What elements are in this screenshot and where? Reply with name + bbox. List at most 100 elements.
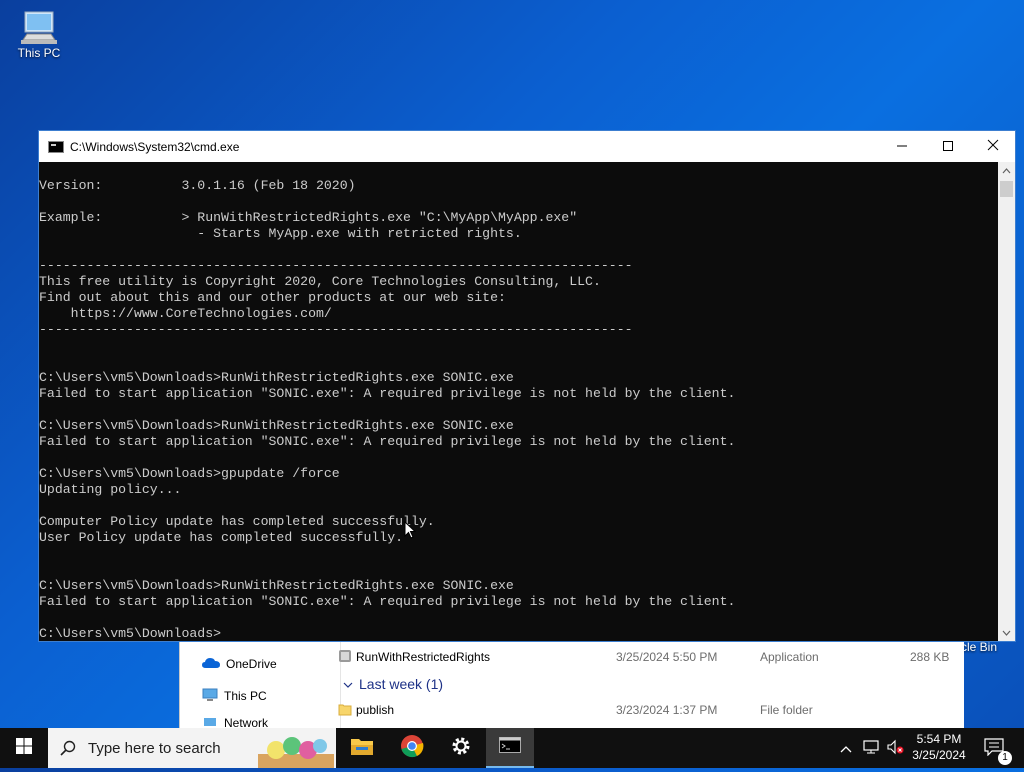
minimize-icon (897, 138, 907, 156)
chevron-up-icon (840, 741, 852, 756)
start-button[interactable] (0, 728, 48, 768)
file-explorer-window: OneDrive This PC Network RunWithRestrict… (179, 636, 964, 730)
console-line: User Policy update has completed success… (39, 530, 404, 545)
console-line: Updating policy... (39, 482, 182, 497)
console-line: Version: 3.0.1.16 (Feb 18 2020) (39, 178, 356, 193)
file-explorer-icon (350, 736, 374, 761)
notification-icon: 1 (984, 737, 1012, 765)
console-line: Failed to start application "SONIC.exe":… (39, 434, 736, 449)
network-icon (862, 739, 880, 758)
taskbar-chrome[interactable] (388, 728, 436, 768)
console-line: https://www.CoreTechnologies.com/ (39, 306, 332, 321)
minimize-button[interactable] (879, 131, 925, 162)
search-placeholder: Type here to search (88, 739, 221, 757)
windows-logo-icon (16, 737, 32, 759)
application-icon (338, 649, 352, 666)
nav-item-onedrive[interactable]: OneDrive (202, 654, 277, 674)
computer-icon (19, 10, 59, 44)
clock-date: 3/25/2024 (912, 748, 966, 762)
network-icon (202, 716, 218, 728)
taskbar-settings[interactable] (437, 728, 485, 768)
console-line: Computer Policy update has completed suc… (39, 514, 435, 529)
file-type: Application (760, 650, 819, 664)
nav-item-label: Network (224, 716, 269, 728)
file-date: 3/25/2024 5:50 PM (616, 650, 718, 664)
show-hidden-icons-button[interactable] (836, 728, 856, 768)
vertical-scrollbar[interactable] (998, 162, 1015, 641)
console-line: ----------------------------------------… (39, 322, 633, 337)
maximize-button[interactable] (925, 131, 971, 162)
taskbar: Type here to search 5:54 PM 3/25/2024 1 (0, 728, 1024, 768)
cmd-icon (48, 140, 64, 153)
console-line: This free utility is Copyright 2020, Cor… (39, 274, 601, 289)
scrollbar-thumb[interactable] (1000, 181, 1013, 197)
nav-item-network[interactable]: Network (202, 716, 268, 728)
taskbar-search-box[interactable]: Type here to search (48, 728, 336, 768)
console-line: Failed to start application "SONIC.exe":… (39, 386, 736, 401)
volume-muted-icon (886, 739, 904, 758)
nav-item-label: This PC (224, 689, 267, 703)
computer-icon (202, 688, 218, 705)
console-line: Example: > RunWithRestrictedRights.exe "… (39, 210, 578, 225)
scroll-up-button[interactable] (998, 162, 1015, 179)
notification-badge: 1 (998, 750, 1012, 765)
console-line: Find out about this and our other produc… (39, 290, 506, 305)
search-icon (60, 740, 76, 756)
window-title: C:\Windows\System32\cmd.exe (70, 139, 240, 154)
cmd-icon (499, 736, 521, 758)
mouse-cursor-icon (404, 520, 417, 545)
group-header-last-week[interactable]: Last week (1) (343, 676, 443, 692)
taskbar-clock[interactable]: 5:54 PM 3/25/2024 (906, 731, 972, 763)
file-name: publish (356, 703, 395, 717)
taskbar-file-explorer[interactable] (338, 728, 386, 768)
nav-item-this-pc[interactable]: This PC (202, 686, 267, 706)
cmd-titlebar[interactable]: C:\Windows\System32\cmd.exe (39, 131, 1015, 162)
close-icon (987, 138, 999, 156)
clock-time: 5:54 PM (916, 732, 962, 746)
chevron-down-icon (1002, 628, 1011, 638)
file-row[interactable]: publish 3/23/2024 1:37 PM File folder (338, 699, 946, 721)
desktop-icon-label: ycle Bin (955, 640, 998, 654)
settings-icon (450, 735, 472, 762)
cmd-window[interactable]: C:\Windows\System32\cmd.exe Version: 3.0… (38, 130, 1016, 642)
console-line: - Starts MyApp.exe with retricted rights… (39, 226, 522, 241)
volume-tray-button[interactable] (884, 728, 906, 768)
file-row[interactable]: RunWithRestrictedRights 3/25/2024 5:50 P… (339, 646, 949, 668)
desktop-icon-this-pc[interactable]: This PC (2, 10, 76, 60)
nav-item-label: OneDrive (226, 657, 277, 671)
search-highlight-icon (256, 732, 336, 772)
chrome-icon (400, 734, 424, 763)
taskbar-cmd[interactable] (486, 728, 534, 768)
console-line: C:\Users\vm5\Downloads> (39, 626, 222, 641)
console-line: C:\Users\vm5\Downloads>RunWithRestricted… (39, 578, 514, 593)
console-output[interactable]: Version: 3.0.1.16 (Feb 18 2020) Example: … (39, 162, 999, 642)
scroll-down-button[interactable] (998, 624, 1015, 641)
maximize-icon (943, 138, 953, 156)
network-tray-button[interactable] (860, 728, 882, 768)
console-line: Failed to start application "SONIC.exe":… (39, 594, 736, 609)
cloud-icon (202, 657, 220, 672)
chevron-up-icon (1002, 166, 1011, 176)
folder-icon (338, 702, 352, 719)
console-line: C:\Users\vm5\Downloads>RunWithRestricted… (39, 418, 514, 433)
close-button[interactable] (970, 131, 1016, 162)
navigation-pane: OneDrive This PC Network (180, 636, 341, 730)
file-type: File folder (760, 703, 813, 717)
file-date: 3/23/2024 1:37 PM (616, 703, 718, 717)
notification-center-button[interactable]: 1 (980, 728, 1012, 768)
file-name: RunWithRestrictedRights (356, 650, 491, 664)
console-line: ----------------------------------------… (39, 258, 633, 273)
chevron-down-icon (343, 676, 353, 692)
console-line: C:\Users\vm5\Downloads>gpupdate /force (39, 466, 340, 481)
